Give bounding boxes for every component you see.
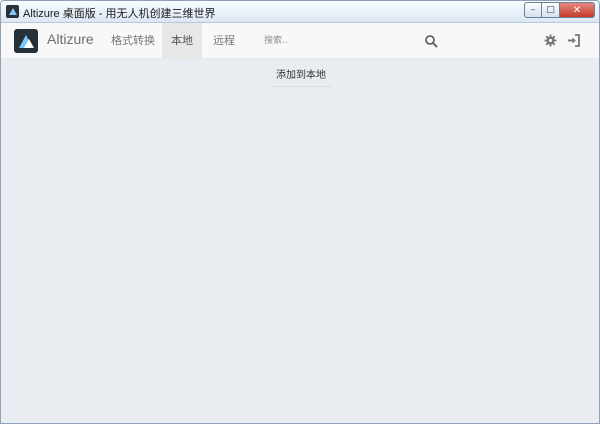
navbar: Altizure 格式转换 本地 远程 xyxy=(1,23,599,59)
maximize-button[interactable]: □ xyxy=(542,2,560,18)
nav-format-convert[interactable]: 格式转换 xyxy=(105,23,161,59)
app-window: Altizure 桌面版 - 用无人机创建三维世界 – □ ✕ Altizure… xyxy=(0,0,600,424)
add-to-local-button[interactable]: 添加到本地 xyxy=(270,65,332,87)
nav-local[interactable]: 本地 xyxy=(162,23,202,59)
search-icon[interactable] xyxy=(424,34,438,48)
brand-name[interactable]: Altizure xyxy=(47,31,94,47)
app-icon xyxy=(6,5,19,18)
close-button[interactable]: ✕ xyxy=(560,2,595,18)
search-input[interactable] xyxy=(259,29,441,53)
window-title: Altizure 桌面版 - 用无人机创建三维世界 xyxy=(23,8,216,20)
gear-icon[interactable] xyxy=(544,34,557,47)
title-bar[interactable]: Altizure 桌面版 - 用无人机创建三维世界 – □ ✕ xyxy=(1,1,599,23)
altizure-logo-icon[interactable] xyxy=(14,29,38,53)
logo-mark-inner xyxy=(24,39,34,48)
sign-in-icon[interactable] xyxy=(567,34,581,47)
minimize-button[interactable]: – xyxy=(524,2,542,18)
main-content: 添加到本地 xyxy=(1,59,599,423)
nav-remote[interactable]: 远程 xyxy=(203,23,245,59)
